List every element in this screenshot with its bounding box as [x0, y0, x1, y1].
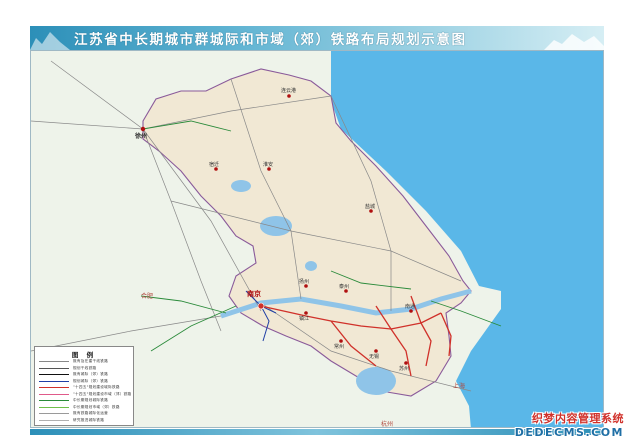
legend-swatch: [39, 406, 69, 408]
city-yancheng: 盐城: [365, 204, 376, 210]
legend-swatch: [39, 367, 69, 369]
city-suzhou: 苏州: [399, 366, 410, 372]
lake-hongze: [260, 216, 292, 236]
legend-swatch: [39, 374, 69, 375]
legend-swatch: [39, 380, 69, 382]
watermark-line2: DEDECMS.COM: [514, 426, 624, 439]
lake-tai: [356, 367, 396, 395]
city-shanghai: 上海: [453, 383, 466, 390]
city-huaian: 淮安: [263, 162, 274, 168]
city-lianyungang: 连云港: [281, 88, 297, 94]
legend-label: 规划干线铁路: [73, 365, 97, 370]
legend-swatch: [39, 393, 69, 395]
city-hangzhou: 杭州: [381, 421, 394, 428]
title-bar: 江苏省中长期城市群城际和市域（郊）铁路布局规划示意图: [30, 26, 604, 50]
lake-luoma: [231, 180, 251, 192]
mountain-decoration-right: [544, 34, 604, 50]
legend-swatch: [39, 361, 69, 362]
legend-label: 既有铁路城际化运营: [73, 411, 109, 415]
legend-label: 既有城际（郊）铁路: [73, 372, 109, 376]
legend-swatch: [39, 413, 69, 414]
legend-label: 中长期规划城际铁路: [73, 398, 109, 402]
legend-label: "十四五"规划建设市域（郊）铁路: [73, 391, 132, 396]
legend: 图 例 既有及在建干线铁路 规划干线铁路 既有城际（郊）铁路 规划城际（郊）铁路…: [34, 346, 134, 426]
legend-item: 研究推进城际铁路: [39, 417, 133, 424]
map-title: 江苏省中长期城市群城际和市域（郊）铁路布局规划示意图: [74, 32, 467, 48]
city-yangzhou: 扬州: [299, 279, 310, 285]
lake-gaoyou: [305, 261, 317, 271]
city-zhenjiang: 镇江: [299, 316, 310, 322]
city-xuzhou: 徐州: [135, 133, 148, 140]
legend-swatch: [39, 387, 69, 388]
legend-swatch: [39, 419, 69, 421]
legend-swatch: [39, 400, 69, 401]
map-figure: 江苏省中长期城市群城际和市域（郊）铁路布局规划示意图 徐州 宿迁 淮安 连云港 …: [0, 0, 634, 448]
legend-label: 规划城际（郊）铁路: [73, 378, 109, 383]
city-nantong: 南通: [405, 304, 416, 310]
legend-label: 既有及在建干线铁路: [73, 359, 109, 363]
legend-label: "十四五"规划建设城际铁路: [73, 385, 120, 389]
city-hefei: 合肥: [141, 293, 154, 300]
city-nanjing: 南京: [247, 290, 261, 298]
watermark-line1: 织梦内容管理系统: [532, 412, 624, 425]
city-suqian: 宿迁: [209, 162, 220, 168]
watermark: 织梦内容管理系统 DEDECMS.COM: [515, 410, 624, 439]
city-changzhou: 常州: [334, 344, 345, 350]
city-wuxi: 无锡: [369, 354, 380, 360]
legend-label: 中长期规划市域（郊）铁路: [73, 404, 120, 409]
mountain-decoration-left: [30, 32, 70, 50]
city-taizhou: 泰州: [339, 284, 350, 290]
legend-label: 研究推进城际铁路: [73, 417, 105, 422]
